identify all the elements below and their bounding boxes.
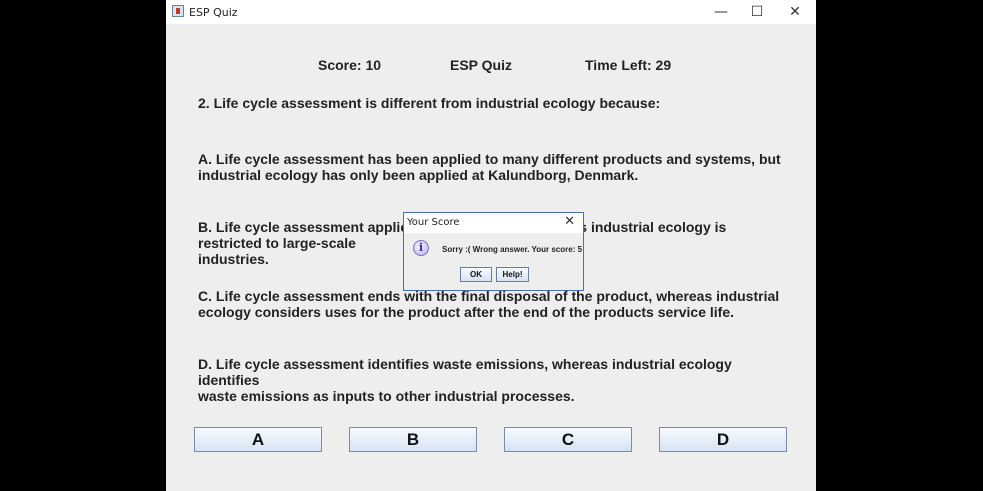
maximize-button[interactable]: ☐ — [739, 0, 775, 24]
answer-c-button[interactable]: C — [504, 427, 632, 452]
java-app-icon — [172, 5, 184, 17]
answer-d-button[interactable]: D — [659, 427, 787, 452]
score-label: Score: 10 — [318, 57, 382, 73]
dialog-message: Sorry :( Wrong answer. Your score: 5 — [442, 245, 583, 254]
ok-button[interactable]: OK — [460, 267, 492, 282]
time-left-label: Time Left: 29 — [585, 57, 672, 73]
dialog-close-button[interactable]: ✕ — [564, 214, 575, 229]
help-button[interactable]: Help! — [496, 267, 529, 282]
info-icon: i — [413, 240, 429, 256]
question-text: 2. Life cycle assessment is different fr… — [198, 95, 661, 111]
title-bar: ESP Quiz — ☐ ✕ — [166, 0, 816, 24]
minimize-button[interactable]: — — [703, 0, 739, 24]
quiz-title: ESP Quiz — [450, 57, 512, 73]
answer-a-button[interactable]: A — [194, 427, 322, 452]
score-dialog: Your Score ✕ i Sorry :( Wrong answer. Yo… — [403, 212, 584, 291]
dialog-title: Your Score — [407, 217, 460, 228]
option-d-text: D. Life cycle assessment identifies wast… — [198, 356, 732, 404]
answer-b-button[interactable]: B — [349, 427, 477, 452]
close-button[interactable]: ✕ — [777, 0, 813, 24]
dialog-title-bar: Your Score ✕ — [404, 213, 583, 233]
option-a-text: A. Life cycle assessment has been applie… — [198, 151, 781, 183]
option-c-text: C. Life cycle assessment ends with the f… — [198, 288, 780, 320]
window-title: ESP Quiz — [189, 6, 238, 19]
